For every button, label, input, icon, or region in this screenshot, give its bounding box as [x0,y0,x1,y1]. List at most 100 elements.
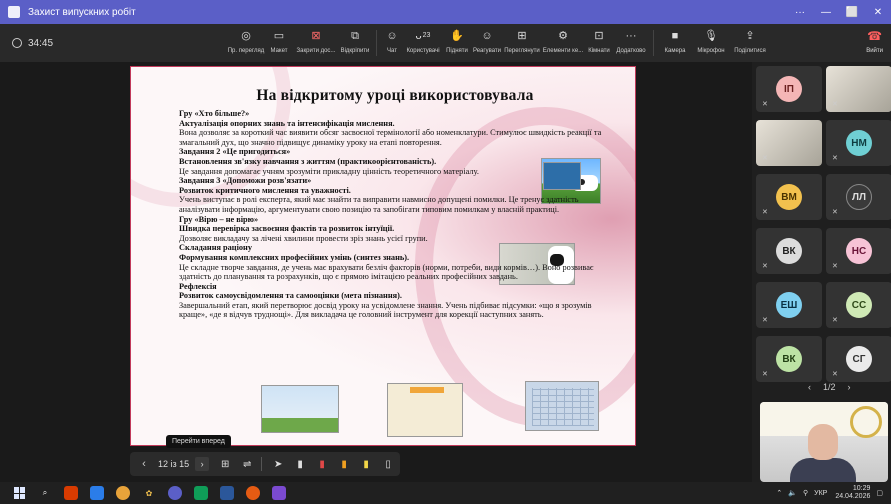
share-icon: ⇪ [745,30,755,42]
share-button[interactable]: ⇪ Поділитися [730,24,770,54]
more-button[interactable]: ··· Додатково [613,24,649,54]
self-video-preview[interactable] [760,402,888,482]
react-button[interactable]: ☺ Реагувати [471,24,503,54]
hang-up-icon: ☎ [867,29,883,43]
paint-icon[interactable]: ✿ [142,486,156,500]
toolbar-share-group: ◎ Пр. перегляд ▭ Макет ⊠ Закрити дос... … [228,24,770,62]
office-icon[interactable] [64,486,78,500]
slide-line: Рефлексія [179,281,217,291]
store-icon[interactable] [194,486,208,500]
participant-tile[interactable]: НМ ✕ [826,120,891,166]
clock-time: 10:29 [852,485,871,492]
preview-button[interactable]: ◎ Пр. перегляд [228,24,265,54]
mic-muted-icon: ✕ [762,371,768,378]
participant-avatar: ІП [776,76,802,102]
mic-muted-icon: ✕ [832,263,838,270]
raise-hand-button[interactable]: ✋ Підняти [443,24,471,54]
pen-icon[interactable]: ▮ [294,459,306,470]
close-button[interactable]: ✕ [865,0,891,24]
search-icon[interactable]: ⌕ [38,486,52,500]
red-pen-icon[interactable]: ▮ [316,459,328,470]
participant-video-tile[interactable]: ✕ [826,66,891,112]
mic-muted-icon: ✕ [762,101,768,108]
taskbar-clock[interactable]: 10:29 24.04.2026 [835,485,870,501]
slide-image-pasture [261,385,339,433]
file-icon[interactable] [90,486,104,500]
firefox-icon[interactable] [246,486,260,500]
teams-taskbar-icon[interactable] [168,486,182,500]
view-button[interactable]: ⊞ Переглянути [503,24,541,54]
chat-button[interactable]: ☺ Чат [381,24,403,54]
word-icon[interactable] [220,486,234,500]
layout-button[interactable]: ▭ Макет [264,24,294,54]
pager-label: 1/2 [823,382,836,392]
notifications-icon[interactable]: ▢ [876,489,883,497]
participant-tile[interactable]: ВМ ✕ [756,174,822,220]
previous-slide-icon[interactable]: ‹ [136,458,152,470]
participant-avatar: ЛЛ [846,184,872,210]
pager-next-icon[interactable]: › [848,382,851,392]
volume-icon[interactable]: 🔈 [788,489,797,497]
grid-view-icon[interactable]: ⊞ [219,459,231,470]
more-icon: ··· [625,30,637,42]
raise-hand-icon: ✋ [450,30,464,42]
toolbar-separator [376,30,377,56]
preview-icon: ◎ [241,30,251,42]
people-button[interactable]: ᴗ 23 Користувачі [403,24,443,54]
mic-muted-icon: ✕ [762,317,768,324]
windows-taskbar: ⌕ ✿ ⌃ 🔈 ⚲ УКР 10:29 24.04.2026 ▢ [0,482,891,504]
browser-icon[interactable] [116,486,130,500]
participant-avatar: СГ [846,346,872,372]
camera-button[interactable]: ■ Камера [658,24,692,54]
participant-tile[interactable]: ІП ✕ [756,66,822,112]
windows-start-icon[interactable] [14,487,26,499]
slide-line: Розвиток самоусвідомлення та самооцінки … [179,291,402,301]
minimize-button[interactable]: — [813,0,839,24]
participant-tile[interactable]: СГ ✕ [826,336,891,382]
network-icon[interactable]: ⚲ [803,489,808,497]
window-controls: ··· — ⬜ ✕ [787,0,891,24]
slide-line: Гру «Хто більше?» [179,109,250,118]
settings-sliders-icon[interactable]: ⇌ [241,459,253,470]
app-icon[interactable] [272,486,286,500]
pasture-field [262,418,338,432]
presenter-controls: ‹ 12 із 15 › ⊞ ⇌ ➤ ▮ ▮ ▮ ▮ ▯ [130,452,401,476]
slide-paragraph: Учень виступає в ролі експерта, який має… [179,195,579,214]
presenter-body [790,458,856,482]
pager-prev-icon[interactable]: ‹ [808,382,811,392]
microphone-icon: 🎙 [704,30,718,42]
slide-title: На відкритому уроці використовувала [256,87,534,104]
camera-icon: ■ [671,30,679,42]
slide-line: Гру «Вірю – не вірю» [179,214,259,224]
eraser-icon[interactable]: ▯ [382,459,394,470]
marker-icon[interactable]: ▮ [360,459,372,470]
mic-muted-icon: ✕ [832,317,838,324]
stop-sharing-button[interactable]: ⊠ Закрити дос... [294,24,338,54]
participant-tile[interactable]: ЛЛ ✕ [826,174,891,220]
maximize-button[interactable]: ⬜ [839,0,865,24]
next-slide-tooltip: Перейти вперед [166,435,231,448]
participant-tile[interactable]: ВК ✕ [756,228,822,274]
participant-video-tile[interactable]: ✕ [756,120,822,166]
unpin-button[interactable]: ⧉ Відкріпити [338,24,372,54]
controls-button[interactable]: ⚙ Елементи ке... [541,24,585,54]
slide-paragraph: Дозволяє викладачу за лічені хвилини про… [179,233,428,243]
language-indicator[interactable]: УКР [814,490,827,497]
participant-tile[interactable]: НС ✕ [826,228,891,274]
pointer-icon[interactable]: ➤ [272,459,284,470]
tray-chevron-icon[interactable]: ⌃ [776,489,782,497]
microphone-button[interactable]: 🎙 Мікрофон [692,24,730,54]
react-icon: ☺ [481,30,493,42]
leave-button[interactable]: ☎ Вийти [866,29,883,54]
next-slide-button[interactable]: › [195,457,210,471]
more-options-icon[interactable]: ··· [787,0,813,24]
mic-muted-icon: ✕ [762,209,768,216]
window-title: Захист випускних робіт [28,6,136,18]
rooms-button[interactable]: ⊡ Кімнати [585,24,613,54]
presenter-separator [261,457,263,471]
participant-tile[interactable]: СС ✕ [826,282,891,328]
participant-tile[interactable]: ЕШ ✕ [756,282,822,328]
participant-tile[interactable]: ВК ✕ [756,336,822,382]
highlighter-icon[interactable]: ▮ [338,459,350,470]
slide-paragraph: Це складне творче завдання, де учень має… [179,262,594,282]
